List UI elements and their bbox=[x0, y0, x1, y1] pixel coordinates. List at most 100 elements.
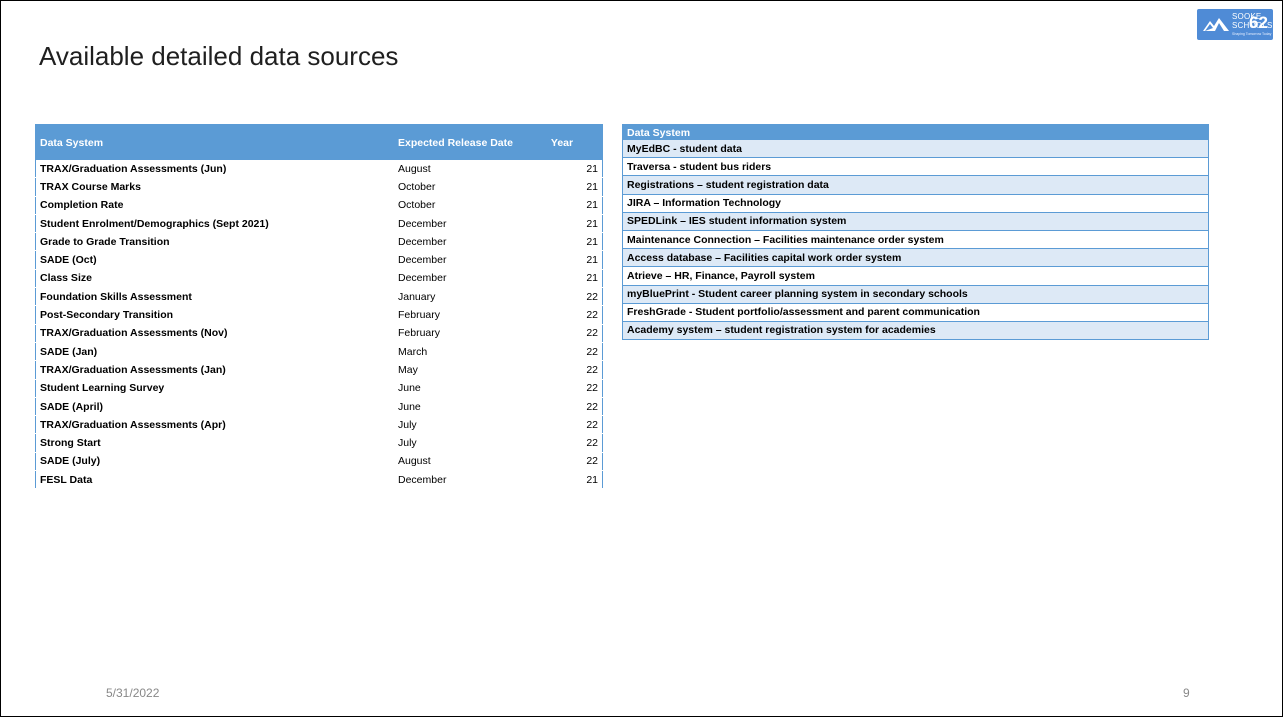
table-row: Academy system – student registration sy… bbox=[622, 321, 1209, 341]
cell-release-date: June bbox=[394, 397, 522, 417]
cell-release-date: May bbox=[394, 360, 522, 380]
cell-year: 22 bbox=[522, 433, 603, 453]
cell-data-system: Access database – Facilities capital wor… bbox=[622, 248, 1209, 268]
table-row: Grade to Grade Transition December 21 bbox=[35, 232, 603, 252]
table-row: SADE (Oct) December 21 bbox=[35, 250, 603, 270]
cell-data-system: SADE (April) bbox=[35, 397, 394, 417]
release-schedule-table: Data System Expected Release Date Year T… bbox=[35, 124, 603, 490]
table-row: JIRA – Information Technology bbox=[622, 194, 1209, 213]
table-row: FreshGrade - Student portfolio/assessmen… bbox=[622, 303, 1209, 322]
cell-data-system: Foundation Skills Assessment bbox=[35, 287, 394, 307]
cell-year: 22 bbox=[522, 305, 603, 325]
cell-data-system: Strong Start bbox=[35, 433, 394, 453]
cell-data-system: Class Size bbox=[35, 269, 394, 289]
table-row: FESL Data December 21 bbox=[35, 470, 603, 490]
cell-data-system: myBluePrint - Student career planning sy… bbox=[622, 285, 1209, 304]
cell-year: 21 bbox=[522, 250, 603, 270]
table-row: SADE (Jan) March 22 bbox=[35, 342, 603, 362]
cell-data-system: Student Learning Survey bbox=[35, 379, 394, 398]
cell-data-system: SADE (Oct) bbox=[35, 250, 394, 270]
table-row: Access database – Facilities capital wor… bbox=[622, 248, 1209, 268]
cell-data-system: FESL Data bbox=[35, 470, 394, 490]
cell-data-system: MyEdBC - student data bbox=[622, 140, 1209, 159]
table-row: SADE (April) June 22 bbox=[35, 397, 603, 417]
cell-year: 21 bbox=[522, 196, 603, 215]
cell-data-system: SPEDLink – IES student information syste… bbox=[622, 212, 1209, 231]
cell-year: 22 bbox=[522, 415, 603, 435]
cell-year: 21 bbox=[522, 214, 603, 234]
table-row: Strong Start July 22 bbox=[35, 433, 603, 453]
cell-release-date: January bbox=[394, 287, 522, 307]
table-row: myBluePrint - Student career planning sy… bbox=[622, 285, 1209, 304]
cell-year: 21 bbox=[522, 160, 603, 179]
table-row: TRAX/Graduation Assessments (Nov) Februar… bbox=[35, 324, 603, 343]
cell-year: 22 bbox=[522, 379, 603, 398]
cell-data-system: FreshGrade - Student portfolio/assessmen… bbox=[622, 303, 1209, 322]
column-header-release-date: Expected Release Date bbox=[394, 124, 522, 160]
slide-title: Available detailed data sources bbox=[39, 41, 399, 71]
cell-year: 22 bbox=[522, 360, 603, 380]
column-header-data-system: Data System bbox=[35, 124, 394, 160]
cell-release-date: February bbox=[394, 324, 522, 343]
page-number: 9 bbox=[1183, 686, 1190, 700]
cell-data-system: Traversa - student bus riders bbox=[622, 157, 1209, 177]
cell-release-date: March bbox=[394, 342, 522, 362]
cell-data-system: Student Enrolment/Demographics (Sept 202… bbox=[35, 214, 394, 234]
table-row: SADE (July) August 22 bbox=[35, 452, 603, 472]
cell-year: 22 bbox=[522, 324, 603, 343]
table-row: Student Learning Survey June 22 bbox=[35, 379, 603, 398]
column-header-data-system: Data System bbox=[622, 124, 1209, 140]
cell-data-system: Post-Secondary Transition bbox=[35, 305, 394, 325]
cell-year: 22 bbox=[522, 452, 603, 472]
slide: Available detailed data sources SOOKE SC… bbox=[0, 0, 1283, 717]
cell-release-date: July bbox=[394, 433, 522, 453]
table-row: Maintenance Connection – Facilities main… bbox=[622, 230, 1209, 250]
cell-data-system: Atrieve – HR, Finance, Payroll system bbox=[622, 266, 1209, 286]
table-row: Foundation Skills Assessment January 22 bbox=[35, 287, 603, 307]
cell-release-date: October bbox=[394, 177, 522, 197]
cell-year: 21 bbox=[522, 470, 603, 490]
table-row: Registrations – student registration dat… bbox=[622, 175, 1209, 195]
cell-data-system: SADE (July) bbox=[35, 452, 394, 472]
table-header-row: Data System bbox=[622, 124, 1209, 140]
cell-release-date: February bbox=[394, 305, 522, 325]
cell-year: 22 bbox=[522, 287, 603, 307]
cell-data-system: JIRA – Information Technology bbox=[622, 194, 1209, 213]
table-row: TRAX/Graduation Assessments (Jun) August 2… bbox=[35, 160, 603, 179]
table-row: TRAX/Graduation Assessments (Jan) May 22 bbox=[35, 360, 603, 380]
table-row: Class Size December 21 bbox=[35, 269, 603, 289]
cell-release-date: December bbox=[394, 232, 522, 252]
cell-year: 21 bbox=[522, 269, 603, 289]
cell-data-system: TRAX/Graduation Assessments (Jun) bbox=[35, 160, 394, 179]
data-systems-table: Data System MyEdBC - student data Travers… bbox=[622, 124, 1209, 341]
cell-data-system: TRAX/Graduation Assessments (Apr) bbox=[35, 415, 394, 435]
cell-release-date: August bbox=[394, 160, 522, 179]
table-row: SPEDLink – IES student information syste… bbox=[622, 212, 1209, 231]
cell-year: 21 bbox=[522, 232, 603, 252]
cell-data-system: Registrations – student registration dat… bbox=[622, 175, 1209, 195]
cell-data-system: TRAX Course Marks bbox=[35, 177, 394, 197]
cell-year: 22 bbox=[522, 342, 603, 362]
column-header-year: Year bbox=[522, 124, 603, 160]
table-row: TRAX/Graduation Assessments (Apr) July 22 bbox=[35, 415, 603, 435]
cell-data-system: Completion Rate bbox=[35, 196, 394, 215]
cell-data-system: Maintenance Connection – Facilities main… bbox=[622, 230, 1209, 250]
cell-release-date: December bbox=[394, 214, 522, 234]
cell-release-date: October bbox=[394, 196, 522, 215]
table-header-row: Data System Expected Release Date Year bbox=[35, 124, 603, 160]
cell-release-date: December bbox=[394, 250, 522, 270]
table-row: Completion Rate October 21 bbox=[35, 196, 603, 215]
table-row: Student Enrolment/Demographics (Sept 202… bbox=[35, 214, 603, 234]
logo-tagline: Shaping Tomorrow Today bbox=[1232, 32, 1272, 36]
mountain-logo-icon bbox=[1203, 18, 1229, 31]
cell-release-date: August bbox=[394, 452, 522, 472]
release-schedule-body: TRAX/Graduation Assessments (Jun) August 2… bbox=[35, 160, 603, 490]
cell-release-date: June bbox=[394, 379, 522, 398]
sooke-schools-logo: SOOKE SCHOOLS 62 Shaping Tomorrow Today bbox=[1197, 9, 1273, 40]
data-systems-body: MyEdBC - student data Traversa - student … bbox=[622, 140, 1209, 341]
cell-year: 21 bbox=[522, 177, 603, 197]
cell-year: 22 bbox=[522, 397, 603, 417]
logo-number: 62 bbox=[1249, 13, 1268, 32]
cell-data-system: Academy system – student registration sy… bbox=[622, 321, 1209, 341]
table-row: Traversa - student bus riders bbox=[622, 157, 1209, 177]
